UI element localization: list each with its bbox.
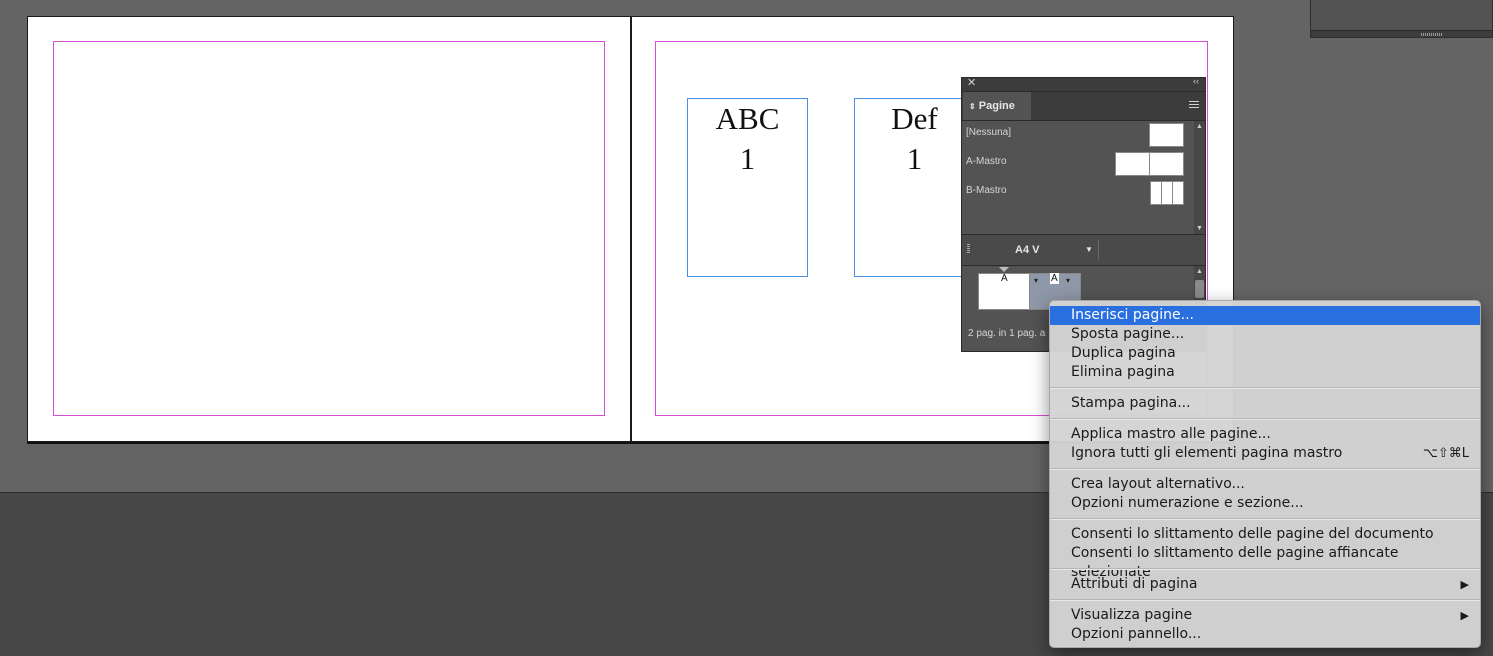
page-indicator-icon bbox=[999, 267, 1009, 272]
docked-panel-collapsed[interactable] bbox=[1310, 0, 1493, 38]
menu-separator bbox=[1050, 468, 1480, 470]
menu-separator bbox=[1050, 568, 1480, 570]
pin-icon: ▾ bbox=[1034, 276, 1039, 285]
scroll-up-icon[interactable]: ▲ bbox=[1196, 123, 1203, 130]
tab-pagine[interactable]: ⇕ Pagine bbox=[963, 92, 1031, 120]
menu-item-attributi-pagina[interactable]: Attributi di pagina ▶ bbox=[1050, 575, 1480, 594]
menu-item-label: Stampa pagina... bbox=[1071, 395, 1191, 411]
menu-item-inserisci-pagine[interactable]: Inserisci pagine... bbox=[1050, 306, 1480, 325]
page-thumb-1[interactable]: A bbox=[978, 273, 1030, 310]
master-item-none[interactable]: [Nessuna] bbox=[966, 127, 1011, 138]
menu-separator bbox=[1050, 518, 1480, 520]
menu-item-visualizza-pagine[interactable]: Visualizza pagine ▶ bbox=[1050, 606, 1480, 625]
tab-updown-icon: ⇕ bbox=[969, 102, 976, 111]
menu-item-label: Visualizza pagine bbox=[1071, 607, 1193, 623]
scroll-up-icon[interactable]: ▲ bbox=[1196, 268, 1203, 275]
master-item-a[interactable]: A-Mastro bbox=[966, 156, 1007, 167]
menu-item-slittamento-documento[interactable]: Consenti lo slittamento delle pagine del… bbox=[1050, 525, 1480, 544]
submenu-arrow-icon: ▶ bbox=[1460, 578, 1469, 591]
menu-item-opzioni-pannello[interactable]: Opzioni pannello... bbox=[1050, 625, 1480, 644]
menu-separator bbox=[1050, 418, 1480, 420]
pages-status-text: 2 pag. in 1 pag. a bbox=[968, 328, 1046, 339]
menu-separator bbox=[1050, 599, 1480, 601]
menu-item-slittamento-affiancate[interactable]: Consenti lo slittamento delle pagine aff… bbox=[1050, 544, 1480, 580]
scroll-down-icon[interactable]: ▼ bbox=[1196, 225, 1203, 232]
menu-item-label: Crea layout alternativo... bbox=[1071, 476, 1245, 492]
page-size-bar: A4 V ▼ bbox=[962, 235, 1205, 266]
menu-item-label: Applica mastro alle pagine... bbox=[1071, 426, 1271, 442]
panel-menu-icon[interactable] bbox=[1189, 101, 1199, 109]
collapse-icon[interactable]: ‹‹ bbox=[1193, 76, 1199, 86]
menu-item-elimina-pagina[interactable]: Elimina pagina bbox=[1050, 363, 1480, 382]
text-frame-abc[interactable]: ABC 1 bbox=[687, 98, 808, 277]
menu-item-duplica-pagina[interactable]: Duplica pagina bbox=[1050, 344, 1480, 363]
frame-text-line2: 1 bbox=[739, 141, 756, 176]
menu-separator bbox=[1050, 387, 1480, 389]
menu-item-sposta-pagine[interactable]: Sposta pagine... bbox=[1050, 325, 1480, 344]
scroll-thumb[interactable] bbox=[1195, 280, 1204, 298]
text-frame-def[interactable]: Def 1 bbox=[854, 98, 975, 277]
menu-item-label: Consenti lo slittamento delle pagine del… bbox=[1071, 526, 1434, 542]
menu-item-ignora-elementi-mastro[interactable]: Ignora tutti gli elementi pagina mastro … bbox=[1050, 444, 1480, 463]
menu-item-shortcut: ⌥⇧⌘L bbox=[1422, 446, 1469, 461]
menu-item-label: Sposta pagine... bbox=[1071, 326, 1185, 342]
menu-item-applica-mastro[interactable]: Applica mastro alle pagine... bbox=[1050, 425, 1480, 444]
page-master-label: A bbox=[1001, 273, 1008, 284]
menu-item-label: Opzioni numerazione e sezione... bbox=[1071, 495, 1304, 511]
menu-item-label: Elimina pagina bbox=[1071, 364, 1175, 380]
frame-text-line2: 1 bbox=[906, 141, 923, 176]
tab-label: Pagine bbox=[978, 100, 1015, 112]
pages-context-menu[interactable]: Inserisci pagine... Sposta pagine... Dup… bbox=[1049, 300, 1481, 648]
menu-item-opzioni-numerazione[interactable]: Opzioni numerazione e sezione... bbox=[1050, 494, 1480, 513]
menu-item-stampa-pagina[interactable]: Stampa pagina... bbox=[1050, 394, 1480, 413]
chevron-down-icon[interactable]: ▼ bbox=[1085, 235, 1093, 265]
close-icon[interactable]: ✕ bbox=[967, 76, 976, 89]
page-master-label: A bbox=[1050, 273, 1059, 284]
menu-item-label: Ignora tutti gli elementi pagina mastro bbox=[1071, 445, 1343, 461]
frame-text-line1: Def bbox=[891, 101, 938, 136]
frame-text-line1: ABC bbox=[715, 101, 780, 136]
master-thumb-a-right[interactable] bbox=[1149, 152, 1184, 176]
menu-item-crea-layout-alternativo[interactable]: Crea layout alternativo... bbox=[1050, 475, 1480, 494]
resize-grip-icon[interactable] bbox=[1421, 33, 1443, 36]
menu-item-label: Opzioni pannello... bbox=[1071, 626, 1202, 642]
divider bbox=[1098, 240, 1099, 260]
spread-spine bbox=[630, 17, 632, 441]
masters-section: [Nessuna] A-Mastro B-Mastro ▲ ▼ bbox=[962, 121, 1205, 235]
pin-icon: ▾ bbox=[1066, 276, 1071, 285]
menu-item-label: Attributi di pagina bbox=[1071, 576, 1198, 592]
submenu-arrow-icon: ▶ bbox=[1460, 609, 1469, 622]
panel-bottom-bar bbox=[1311, 30, 1492, 37]
master-thumb-a-left[interactable] bbox=[1115, 152, 1150, 176]
panel-titlebar[interactable]: ✕ ‹‹ bbox=[962, 76, 1205, 92]
masters-scrollbar[interactable]: ▲ ▼ bbox=[1194, 121, 1205, 234]
drag-grip-icon[interactable] bbox=[967, 244, 970, 254]
panel-tab-row: ⇕ Pagine bbox=[962, 92, 1205, 121]
master-item-b[interactable]: B-Mastro bbox=[966, 185, 1007, 196]
menu-item-label: Duplica pagina bbox=[1071, 345, 1176, 361]
master-thumb-none[interactable] bbox=[1149, 123, 1184, 147]
left-page-margins bbox=[53, 41, 605, 416]
master-thumb-b-3[interactable] bbox=[1172, 181, 1184, 205]
menu-item-label: Inserisci pagine... bbox=[1071, 307, 1194, 323]
page-size-select[interactable]: A4 V bbox=[1015, 235, 1039, 265]
